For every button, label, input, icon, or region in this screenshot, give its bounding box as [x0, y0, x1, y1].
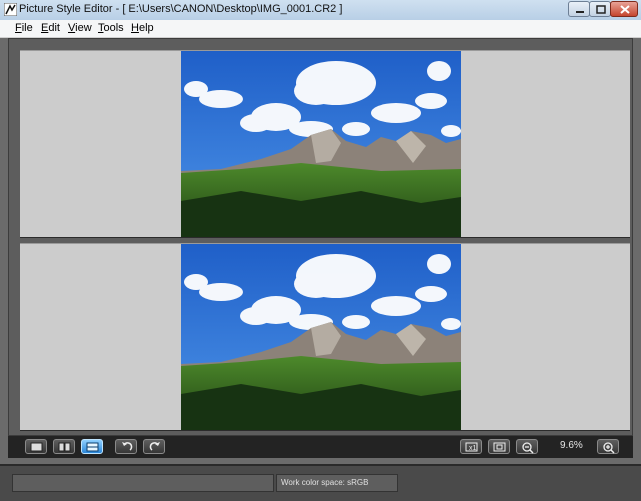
zoom-out-icon: [522, 442, 534, 454]
rotate-right-button[interactable]: [143, 439, 165, 454]
zoom-out-button[interactable]: [516, 439, 538, 454]
top-bottom-view-button[interactable]: [81, 439, 103, 454]
color-space-label: Work color space: sRGB: [281, 478, 369, 487]
fit-to-window-icon: [493, 442, 506, 452]
status-message-field: [12, 474, 274, 492]
maximize-button[interactable]: [589, 1, 611, 17]
menu-file-label: ile: [21, 22, 33, 34]
landscape-photo-bottom: [181, 244, 461, 430]
side-by-side-view-button[interactable]: [53, 439, 75, 454]
app-icon: [4, 3, 17, 16]
menu-edit[interactable]: Edit: [41, 22, 60, 34]
side-by-side-view-icon: [58, 442, 71, 452]
menu-file[interactable]: File: [15, 22, 33, 34]
close-button[interactable]: [610, 1, 638, 17]
actual-size-button[interactable]: x1: [460, 439, 482, 454]
menu-tools[interactable]: Tools: [98, 22, 124, 34]
menu-help-mnemonic: H: [131, 22, 139, 34]
fit-to-window-button[interactable]: [488, 439, 510, 454]
single-view-icon: [30, 442, 43, 452]
svg-text:x1: x1: [469, 445, 477, 452]
rotate-left-button[interactable]: [115, 439, 137, 454]
menu-view[interactable]: View: [68, 22, 92, 34]
rotate-left-icon: [122, 442, 133, 451]
image-panel-original[interactable]: [20, 51, 630, 237]
actual-size-icon: x1: [465, 442, 478, 452]
menu-tools-label: ools: [103, 22, 124, 34]
image-workspace: [8, 38, 633, 436]
rotate-right-icon: [149, 442, 160, 451]
menu-help[interactable]: Help: [131, 22, 154, 34]
landscape-photo-top: [181, 51, 461, 237]
color-space-field: Work color space: sRGB: [276, 474, 398, 492]
zoom-level-text: 9.6%: [560, 440, 583, 451]
single-view-button[interactable]: [25, 439, 47, 454]
window-title: Picture Style Editor - [ E:\Users\CANON\…: [19, 3, 343, 15]
title-bar[interactable]: Picture Style Editor - [ E:\Users\CANON\…: [0, 0, 641, 21]
maximize-icon: [596, 5, 606, 14]
top-bottom-view-icon: [86, 442, 99, 452]
menu-bar: File Edit View Tools Help: [0, 20, 641, 38]
view-toolbar: x1 9.6%: [8, 436, 633, 458]
landscape-image-icon: [181, 51, 461, 237]
landscape-image-icon: [181, 244, 461, 430]
menu-view-label: iew: [75, 22, 92, 34]
menu-file-mnemonic: F: [15, 22, 22, 34]
close-icon: [620, 5, 630, 14]
menu-help-label: elp: [138, 22, 154, 34]
zoom-in-button[interactable]: [597, 439, 619, 454]
zoom-in-icon: [603, 442, 615, 454]
minimize-button[interactable]: [568, 1, 590, 17]
image-panel-edited[interactable]: [20, 244, 630, 430]
menu-edit-label: dit: [48, 22, 60, 34]
status-bar: Work color space: sRGB: [0, 464, 641, 501]
minimize-icon: [576, 11, 584, 13]
